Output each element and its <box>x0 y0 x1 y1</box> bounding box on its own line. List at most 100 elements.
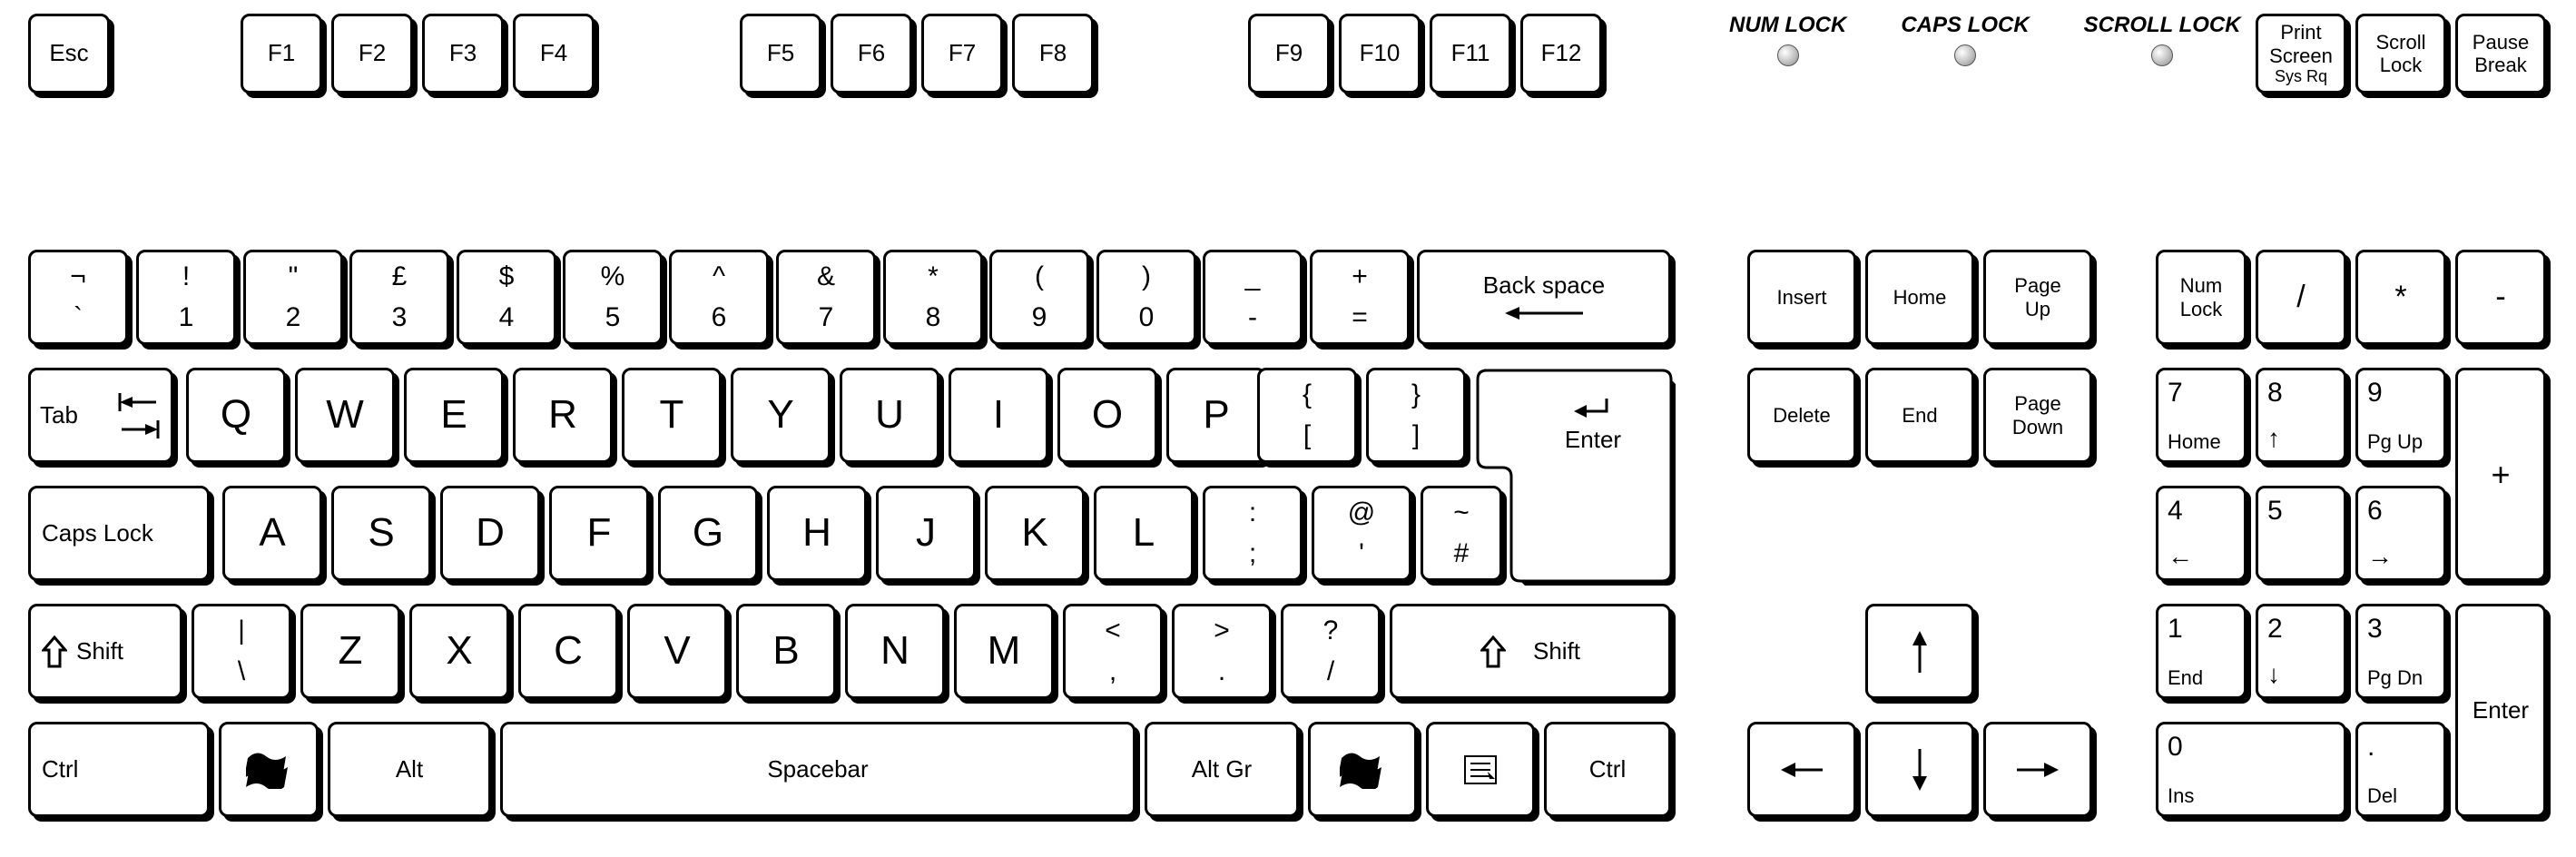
key-z[interactable]: Z <box>300 604 400 699</box>
key-semicolon[interactable]: :; <box>1203 486 1303 581</box>
key-print-screen[interactable]: Print Screen Sys Rq <box>2256 14 2346 94</box>
key-menu[interactable] <box>1426 722 1535 817</box>
key-row1-7[interactable]: &7 <box>776 250 876 345</box>
key-page-down[interactable]: Page Down <box>1983 368 2092 463</box>
key-num-lock[interactable]: Num Lock <box>2156 250 2247 345</box>
key-f3[interactable]: F3 <box>422 14 504 94</box>
key-row1-1[interactable]: !1 <box>136 250 236 345</box>
key-c[interactable]: C <box>518 604 618 699</box>
key-arrow-left[interactable] <box>1747 722 1856 817</box>
key-f5[interactable]: F5 <box>740 14 821 94</box>
key-g[interactable]: G <box>658 486 758 581</box>
key-numpad-7[interactable]: 7Home <box>2156 368 2247 463</box>
key-hash[interactable]: ~# <box>1421 486 1502 581</box>
key-k[interactable]: K <box>985 486 1085 581</box>
key-numpad-decimal[interactable]: .Del <box>2355 722 2446 817</box>
key-arrow-right[interactable] <box>1983 722 2092 817</box>
key-row1-3[interactable]: £3 <box>349 250 449 345</box>
key-l[interactable]: L <box>1094 486 1194 581</box>
key-arrow-up[interactable] <box>1865 604 1974 699</box>
key-backslash[interactable]: |\ <box>192 604 291 699</box>
key-slash[interactable]: ?/ <box>1281 604 1381 699</box>
key-numpad-add[interactable]: + <box>2455 368 2546 581</box>
key-row1-5[interactable]: %5 <box>563 250 663 345</box>
key-t[interactable]: T <box>622 368 722 463</box>
key-comma[interactable]: <, <box>1063 604 1163 699</box>
key-period[interactable]: >. <box>1172 604 1272 699</box>
key-numpad-subtract[interactable]: - <box>2455 250 2546 345</box>
key-i[interactable]: I <box>949 368 1048 463</box>
key-o[interactable]: O <box>1057 368 1157 463</box>
key-p[interactable]: P <box>1166 368 1266 463</box>
key-numpad-9[interactable]: 9Pg Up <box>2355 368 2446 463</box>
key-numpad-2[interactable]: 2↓ <box>2256 604 2346 699</box>
key-f12[interactable]: F12 <box>1520 14 1602 94</box>
key-numpad-8[interactable]: 8↑ <box>2256 368 2346 463</box>
key-shift-right[interactable]: Shift <box>1390 604 1671 699</box>
key-row1-6[interactable]: ^6 <box>669 250 769 345</box>
key-h[interactable]: H <box>767 486 867 581</box>
key-w[interactable]: W <box>295 368 395 463</box>
key-f[interactable]: F <box>549 486 649 581</box>
key-f4[interactable]: F4 <box>513 14 595 94</box>
key-esc[interactable]: Esc <box>28 14 110 94</box>
key-f11[interactable]: F11 <box>1430 14 1511 94</box>
key-shift-left[interactable]: Shift <box>28 604 182 699</box>
key-alt[interactable]: Alt <box>328 722 491 817</box>
key-end[interactable]: End <box>1865 368 1974 463</box>
key-page-up[interactable]: Page Up <box>1983 250 2092 345</box>
key-numpad-5[interactable]: 5 <box>2256 486 2346 581</box>
key-f8[interactable]: F8 <box>1012 14 1094 94</box>
key-v[interactable]: V <box>627 604 727 699</box>
key-backspace[interactable]: Back space <box>1417 250 1671 345</box>
key-arrow-down[interactable] <box>1865 722 1974 817</box>
key-numpad-4[interactable]: 4← <box>2156 486 2247 581</box>
key-spacebar[interactable]: Spacebar <box>500 722 1136 817</box>
key-row1-10[interactable]: )0 <box>1096 250 1196 345</box>
key-row1-9[interactable]: (9 <box>989 250 1089 345</box>
key-numpad-multiply[interactable]: * <box>2355 250 2446 345</box>
key-d[interactable]: D <box>440 486 540 581</box>
key-apostrophe[interactable]: @' <box>1312 486 1411 581</box>
key-u[interactable]: U <box>840 368 939 463</box>
key-e[interactable]: E <box>404 368 504 463</box>
key-numpad-enter[interactable]: Enter <box>2455 604 2546 817</box>
key-row1-8[interactable]: *8 <box>883 250 983 345</box>
key-j[interactable]: J <box>876 486 976 581</box>
key-y[interactable]: Y <box>731 368 831 463</box>
key-x[interactable]: X <box>409 604 509 699</box>
key-win-left[interactable] <box>219 722 319 817</box>
key-delete[interactable]: Delete <box>1747 368 1856 463</box>
key-f9[interactable]: F9 <box>1248 14 1330 94</box>
key-s[interactable]: S <box>331 486 431 581</box>
key-m[interactable]: M <box>954 604 1054 699</box>
key-r[interactable]: R <box>513 368 613 463</box>
key-f1[interactable]: F1 <box>241 14 322 94</box>
key-f6[interactable]: F6 <box>831 14 912 94</box>
key-bracket-close[interactable]: }] <box>1366 368 1466 463</box>
key-ctrl-left[interactable]: Ctrl <box>28 722 210 817</box>
key-tab[interactable]: Tab <box>28 368 173 463</box>
key-numpad-divide[interactable]: / <box>2256 250 2346 345</box>
key-numpad-3[interactable]: 3Pg Dn <box>2355 604 2446 699</box>
key-bracket-open[interactable]: {[ <box>1257 368 1357 463</box>
key-numpad-0[interactable]: 0Ins <box>2156 722 2346 817</box>
key-home[interactable]: Home <box>1865 250 1974 345</box>
key-row1-11[interactable]: _- <box>1203 250 1303 345</box>
key-insert[interactable]: Insert <box>1747 250 1856 345</box>
key-pause-break[interactable]: Pause Break <box>2455 14 2546 94</box>
key-q[interactable]: Q <box>186 368 286 463</box>
key-f7[interactable]: F7 <box>921 14 1003 94</box>
key-row1-12[interactable]: += <box>1310 250 1410 345</box>
key-a[interactable]: A <box>222 486 322 581</box>
key-row1-0[interactable]: ¬` <box>28 250 128 345</box>
key-row1-2[interactable]: "2 <box>243 250 343 345</box>
key-win-right[interactable] <box>1308 722 1417 817</box>
key-caps-lock[interactable]: Caps Lock <box>28 486 210 581</box>
key-ctrl-right[interactable]: Ctrl <box>1544 722 1671 817</box>
key-scroll-lock[interactable]: Scroll Lock <box>2355 14 2446 94</box>
key-b[interactable]: B <box>736 604 836 699</box>
key-f2[interactable]: F2 <box>331 14 413 94</box>
key-alt-gr[interactable]: Alt Gr <box>1145 722 1299 817</box>
key-numpad-1[interactable]: 1End <box>2156 604 2247 699</box>
